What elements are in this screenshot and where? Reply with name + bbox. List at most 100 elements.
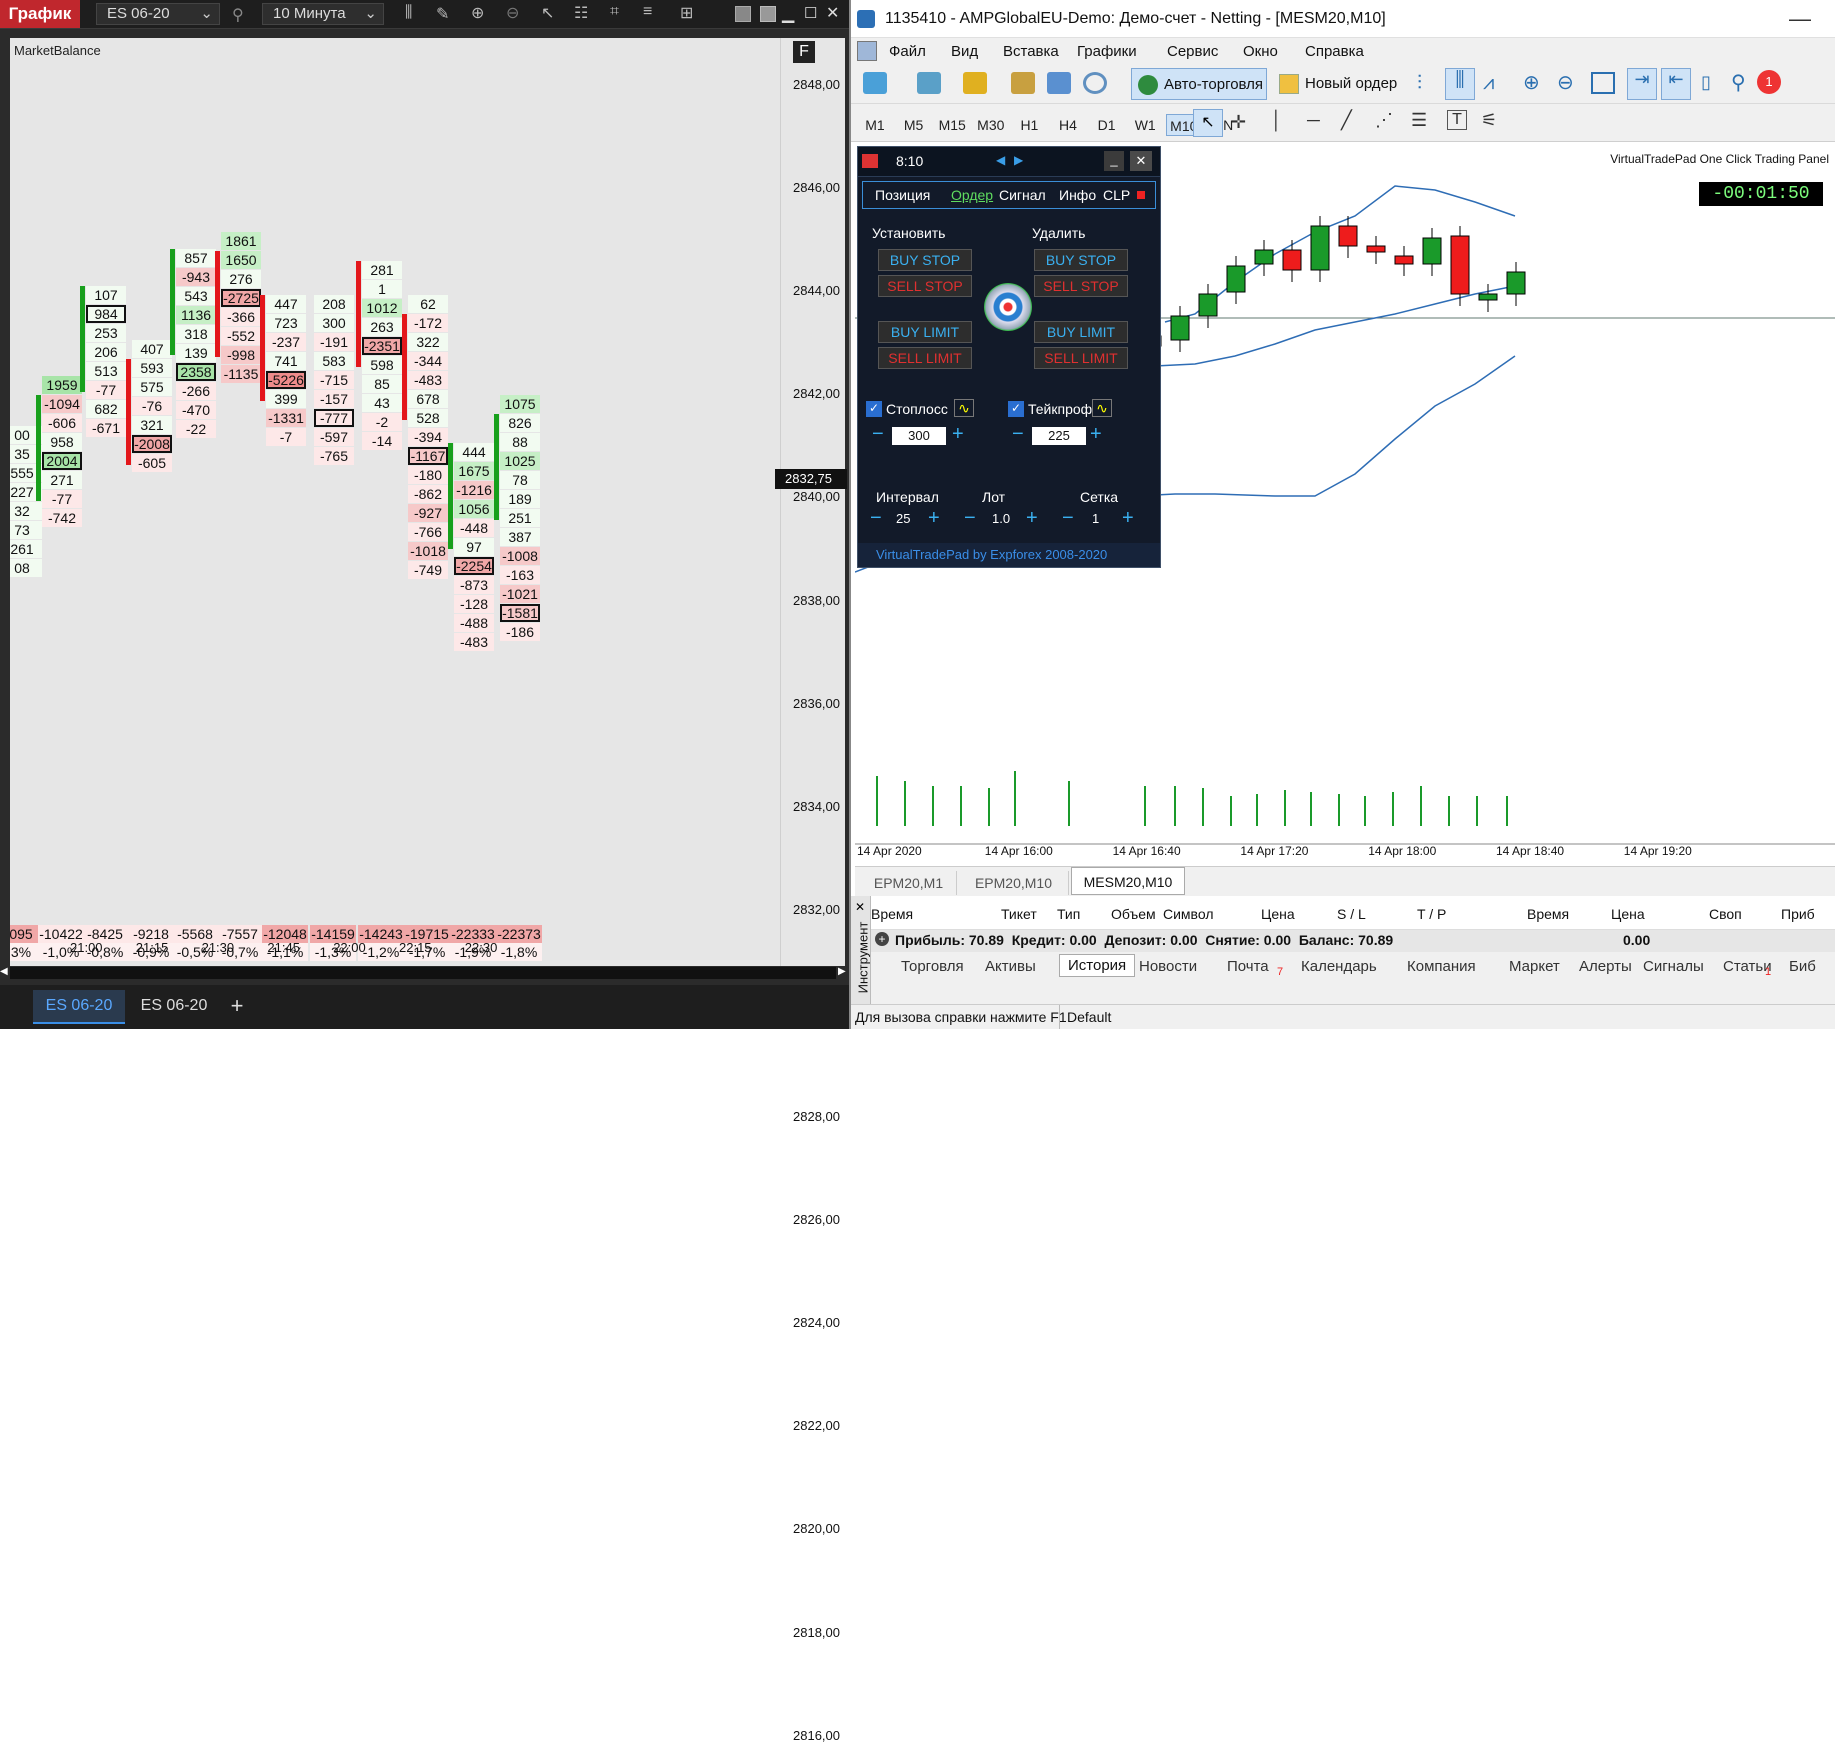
timeframe-h1[interactable]: H1 bbox=[1011, 114, 1047, 136]
terminal-tab[interactable]: История bbox=[1059, 954, 1136, 977]
autotrade-button[interactable]: Авто-торговля bbox=[1131, 68, 1267, 100]
lot-value[interactable]: 1.0 bbox=[992, 511, 1010, 526]
header-swap[interactable]: Своп bbox=[1709, 906, 1742, 922]
menu-view[interactable]: Вид bbox=[951, 43, 978, 60]
timeframe-m15[interactable]: M15 bbox=[934, 114, 970, 136]
strategy-icon[interactable]: ⊞ bbox=[680, 3, 693, 23]
stoploss-checkbox[interactable]: ✓ bbox=[866, 401, 882, 417]
header-sl[interactable]: S / L bbox=[1337, 906, 1366, 922]
templates-icon[interactable]: ▯ bbox=[1701, 72, 1711, 93]
minimize-icon[interactable]: ▁ bbox=[782, 4, 794, 24]
lot-plus-button[interactable]: + bbox=[1026, 507, 1038, 530]
header-symbol[interactable]: Символ bbox=[1163, 906, 1213, 922]
zoom-in-icon[interactable]: ⊕ bbox=[1523, 70, 1540, 95]
terminal-tab[interactable]: Сигналы bbox=[1643, 958, 1704, 975]
profiles-icon[interactable] bbox=[917, 72, 941, 94]
delete-buy-limit-button[interactable]: BUY LIMIT bbox=[1034, 321, 1128, 343]
close-icon[interactable]: ✕ bbox=[826, 3, 839, 23]
grid-plus-button[interactable]: + bbox=[1122, 507, 1134, 530]
instrument-selector[interactable]: ES 06-20 ⌄ bbox=[96, 3, 220, 25]
chart-menu-icon[interactable] bbox=[857, 41, 877, 61]
grid-value[interactable]: 1 bbox=[1092, 511, 1099, 526]
notifications-icon[interactable]: 1 bbox=[1757, 70, 1781, 94]
terminal-tab[interactable]: Новости bbox=[1139, 958, 1197, 975]
tab-epm20-m10[interactable]: EPM20,M10 bbox=[959, 871, 1069, 895]
search-icon[interactable]: ⚲ bbox=[1731, 70, 1746, 95]
bar-chart-icon[interactable]: ⫶ bbox=[1417, 72, 1422, 95]
terminal-tab[interactable]: Активы bbox=[985, 958, 1036, 975]
header-close-time[interactable]: Время bbox=[1527, 906, 1569, 922]
delete-sell-limit-button[interactable]: SELL LIMIT bbox=[1034, 347, 1128, 369]
text-icon[interactable]: T bbox=[1447, 110, 1467, 130]
sell-limit-button[interactable]: SELL LIMIT bbox=[878, 347, 972, 369]
fibonacci-icon[interactable]: ☰ bbox=[1411, 110, 1427, 131]
delete-buy-stop-button[interactable]: BUY STOP bbox=[1034, 249, 1128, 271]
properties-icon[interactable]: ☷ bbox=[574, 3, 588, 23]
terminal-close-icon[interactable]: ✕ bbox=[855, 900, 865, 914]
takeprofit-minus-button[interactable]: − bbox=[1012, 423, 1024, 446]
chart-shift-icon[interactable]: ⇥ bbox=[1627, 68, 1657, 100]
header-volume[interactable]: Объем bbox=[1111, 906, 1156, 922]
footprint-plot[interactable]: MarketBalance 00 35 555 227 32 73 261 08 1959 -10… bbox=[10, 38, 780, 968]
takeprofit-input[interactable]: 225 bbox=[1032, 427, 1086, 445]
stoploss-plus-button[interactable]: + bbox=[952, 423, 964, 446]
buy-stop-button[interactable]: BUY STOP bbox=[878, 249, 972, 271]
header-ticket[interactable]: Тикет bbox=[1001, 906, 1037, 922]
tile-windows-icon[interactable] bbox=[1591, 72, 1615, 94]
interval-selector[interactable]: 10 Минута ⌄ bbox=[262, 3, 384, 25]
tab-clp[interactable]: CLP bbox=[1103, 187, 1130, 203]
signals-icon[interactable] bbox=[1083, 72, 1107, 94]
cursor-icon[interactable]: ↖ bbox=[541, 3, 554, 23]
menu-window[interactable]: Окно bbox=[1243, 43, 1278, 60]
window-split-icon[interactable] bbox=[760, 6, 776, 22]
terminal-tab[interactable]: Почта bbox=[1227, 958, 1269, 975]
lines-icon[interactable]: ≡ bbox=[643, 3, 652, 21]
tab-position[interactable]: Позиция bbox=[875, 187, 930, 203]
menu-help[interactable]: Справка bbox=[1305, 43, 1364, 60]
crosshair-icon[interactable]: ⌗ bbox=[610, 3, 619, 21]
interval-plus-button[interactable]: + bbox=[928, 507, 940, 530]
stoploss-minus-button[interactable]: − bbox=[872, 423, 884, 446]
interval-minus-button[interactable]: − bbox=[870, 507, 882, 530]
buy-limit-button[interactable]: BUY LIMIT bbox=[878, 321, 972, 343]
terminal-tab[interactable]: Биб bbox=[1789, 958, 1816, 975]
panel-close-icon[interactable]: ✕ bbox=[1130, 151, 1152, 171]
scrollbar[interactable]: ◀ ▶ bbox=[0, 966, 849, 980]
menu-charts[interactable]: Графики bbox=[1077, 43, 1137, 60]
timeframe-m1[interactable]: M1 bbox=[857, 114, 893, 136]
prev-icon[interactable]: ◀ bbox=[996, 153, 1005, 167]
zoom-out-icon[interactable]: ⊖ bbox=[506, 3, 519, 23]
target-icon[interactable] bbox=[984, 283, 1032, 331]
timeframe-h4[interactable]: H4 bbox=[1050, 114, 1086, 136]
scroll-right-icon[interactable]: ▶ bbox=[838, 966, 846, 977]
timeframe-m30[interactable]: M30 bbox=[973, 114, 1009, 136]
terminal-tab[interactable]: Торговля bbox=[901, 958, 964, 975]
tab-epm20-m1[interactable]: EPM20,M1 bbox=[861, 871, 957, 895]
interval-value[interactable]: 25 bbox=[896, 511, 910, 526]
menu-file[interactable]: Файл bbox=[889, 43, 926, 60]
price-axis[interactable]: F 2848,00 2846,00 2844,00 2842,00 2840,00 283… bbox=[775, 38, 847, 1743]
new-order-button[interactable]: Новый ордер bbox=[1275, 68, 1399, 100]
cursor-icon[interactable]: ↖ bbox=[1193, 109, 1223, 137]
line-chart-icon[interactable]: ⩘ bbox=[1483, 72, 1494, 95]
header-profit[interactable]: Приб bbox=[1781, 906, 1815, 922]
window-tile-icon[interactable] bbox=[735, 6, 751, 22]
vertical-line-icon[interactable]: │ bbox=[1271, 110, 1282, 131]
header-type[interactable]: Тип bbox=[1057, 906, 1080, 922]
scroll-left-icon[interactable]: ◀ bbox=[0, 966, 8, 977]
stoploss-mode-icon[interactable]: ∿ bbox=[954, 399, 974, 417]
terminal-tab[interactable]: Алерты bbox=[1579, 958, 1632, 975]
tab-info[interactable]: Инфо bbox=[1059, 187, 1096, 203]
search-icon[interactable]: ⚲ bbox=[232, 5, 244, 25]
takeprofit-checkbox[interactable]: ✓ bbox=[1008, 401, 1024, 417]
candles-icon[interactable]: ⫼ bbox=[1445, 68, 1475, 100]
timeframe-w1[interactable]: W1 bbox=[1127, 114, 1163, 136]
horizontal-line-icon[interactable]: ─ bbox=[1307, 110, 1320, 131]
pencil-icon[interactable]: ✎ bbox=[436, 4, 449, 24]
takeprofit-plus-button[interactable]: + bbox=[1090, 423, 1102, 446]
tab-order[interactable]: Ордер bbox=[951, 187, 993, 203]
header-time[interactable]: Время bbox=[871, 906, 913, 922]
market-watch-icon[interactable] bbox=[963, 72, 987, 94]
chart-title-button[interactable]: График bbox=[0, 0, 80, 28]
terminal-tab[interactable]: Календарь bbox=[1301, 958, 1377, 975]
